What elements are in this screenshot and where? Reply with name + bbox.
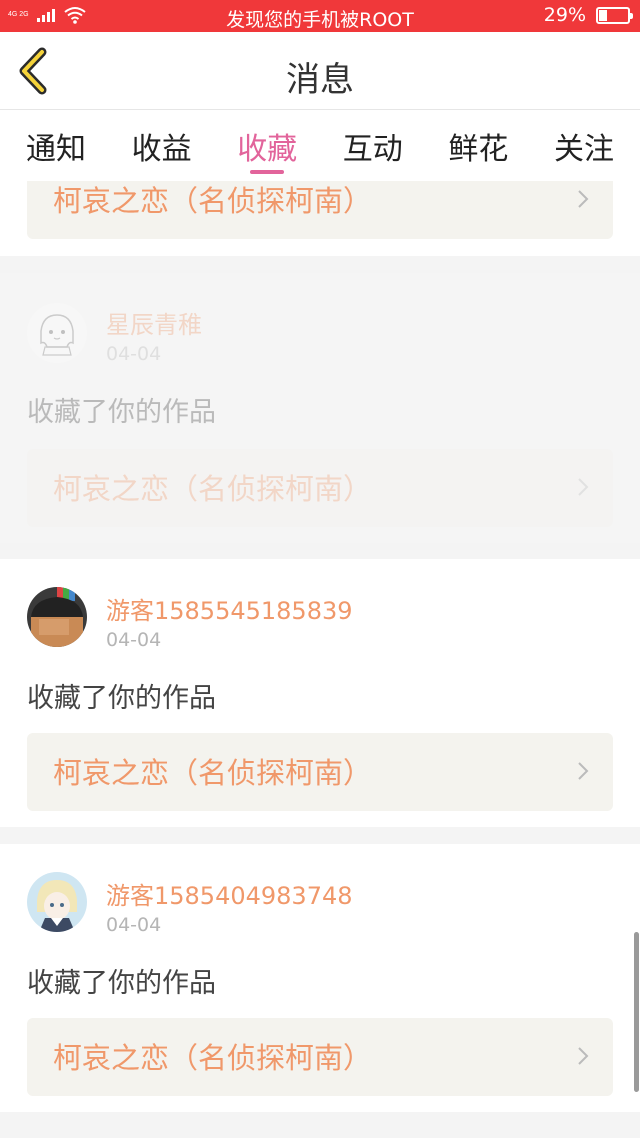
work-link[interactable]: 柯哀之恋（名侦探柯南） bbox=[27, 181, 613, 239]
message-date: 04-04 bbox=[106, 343, 162, 365]
work-link[interactable]: 柯哀之恋（名侦探柯南） bbox=[27, 1018, 613, 1096]
tab-label: 互动 bbox=[342, 132, 403, 167]
chevron-left-icon bbox=[19, 47, 47, 95]
chevron-right-icon bbox=[578, 478, 589, 496]
back-button[interactable] bbox=[12, 46, 56, 96]
work-link[interactable]: 柯哀之恋（名侦探柯南） bbox=[27, 733, 613, 811]
message-list[interactable]: 柯哀之恋（名侦探柯南） 星辰青稚 04-04 收藏了你的作品 柯哀之恋（名侦探柯… bbox=[0, 181, 640, 1138]
tab-bar: 通知 收益 收藏 互动 鲜花 关注 bbox=[0, 110, 640, 181]
work-title: 柯哀之恋（名侦探柯南） bbox=[53, 1041, 373, 1075]
tab-label: 收益 bbox=[131, 132, 192, 167]
tab-favorites[interactable]: 收藏 bbox=[237, 110, 297, 181]
tab-interactions[interactable]: 互动 bbox=[343, 110, 403, 181]
status-bar: 4G 2G 发现您的手机被ROOT 29% bbox=[0, 0, 640, 32]
action-text: 收藏了你的作品 bbox=[27, 397, 216, 428]
work-title: 柯哀之恋（名侦探柯南） bbox=[53, 472, 373, 506]
message-card: 游客1585404983748 04-04 收藏了你的作品 柯哀之恋（名侦探柯南… bbox=[0, 844, 640, 1112]
page-title: 消息 bbox=[286, 60, 354, 100]
tab-label: 鲜花 bbox=[448, 132, 509, 167]
action-text: 收藏了你的作品 bbox=[27, 968, 216, 999]
battery-level bbox=[599, 9, 607, 21]
user-name[interactable]: 游客1585404983748 bbox=[106, 876, 353, 911]
tab-follows[interactable]: 关注 bbox=[554, 110, 614, 181]
tab-earnings[interactable]: 收益 bbox=[132, 110, 192, 181]
battery-icon bbox=[596, 6, 633, 24]
work-title: 柯哀之恋（名侦探柯南） bbox=[53, 184, 373, 218]
tab-label: 通知 bbox=[26, 132, 86, 167]
message-card: 游客1585545185839 04-04 收藏了你的作品 柯哀之恋（名侦探柯南… bbox=[0, 559, 640, 827]
avatar-image bbox=[27, 872, 87, 932]
chevron-right-icon bbox=[578, 762, 589, 780]
avatar-image bbox=[28, 304, 86, 362]
message-date: 04-04 bbox=[106, 914, 162, 936]
message-date: 04-04 bbox=[106, 629, 162, 651]
battery-percent: 29% bbox=[543, 4, 586, 26]
message-card: 星辰青稚 04-04 收藏了你的作品 柯哀之恋（名侦探柯南） bbox=[0, 273, 640, 543]
scrollbar[interactable] bbox=[634, 932, 639, 1092]
tab-notifications[interactable]: 通知 bbox=[26, 110, 86, 181]
avatar-image bbox=[27, 587, 87, 647]
tab-label: 收藏 bbox=[237, 132, 298, 167]
tab-label: 关注 bbox=[553, 132, 614, 167]
chevron-right-icon bbox=[578, 190, 589, 208]
work-title: 柯哀之恋（名侦探柯南） bbox=[53, 756, 373, 790]
nav-bar: 消息 bbox=[0, 32, 640, 110]
avatar[interactable] bbox=[27, 303, 87, 363]
avatar[interactable] bbox=[27, 587, 87, 647]
user-name[interactable]: 星辰青稚 bbox=[106, 305, 202, 340]
user-name[interactable]: 游客1585545185839 bbox=[106, 591, 353, 626]
avatar[interactable] bbox=[27, 872, 87, 932]
work-link[interactable]: 柯哀之恋（名侦探柯南） bbox=[27, 449, 613, 527]
active-tab-indicator bbox=[250, 170, 285, 174]
message-card: 柯哀之恋（名侦探柯南） bbox=[0, 181, 640, 256]
action-text: 收藏了你的作品 bbox=[27, 683, 216, 714]
tab-flowers[interactable]: 鲜花 bbox=[448, 110, 508, 181]
chevron-right-icon bbox=[578, 1047, 589, 1065]
